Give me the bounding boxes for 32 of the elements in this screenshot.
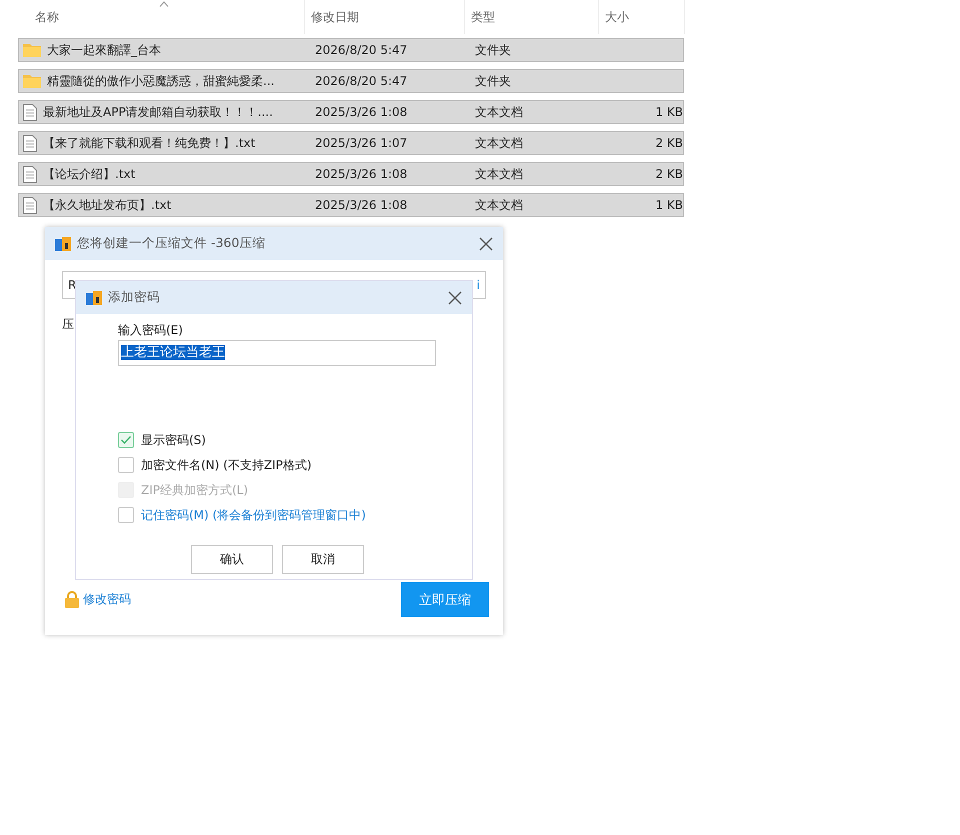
path-text: R — [68, 278, 76, 292]
file-type: 文件夹 — [475, 72, 512, 90]
file-name: 精靈隨從的傲作小惡魔誘惑，甜蜜純愛柔... — [47, 72, 274, 90]
modified-date: 2025/3/26 1:08 — [314, 105, 408, 119]
checkbox-label: 加密文件名(N) (不支持ZIP格式) — [141, 456, 312, 474]
file-type: 文本文档 — [475, 104, 524, 120]
file-size: 2 KB — [655, 136, 683, 150]
file-name: 大家一起來翻譯_台本 — [47, 42, 161, 58]
dialog-title: 添加密码 — [108, 289, 161, 306]
file-type: 文本文档 — [475, 166, 524, 182]
modified-date: 2026/8/20 5:47 — [314, 74, 408, 88]
file-type: 文本文档 — [475, 196, 524, 214]
modified-date: 2025/3/26 1:08 — [314, 198, 408, 212]
option-label: 压 — [62, 316, 74, 333]
file-type: 文件夹 — [475, 42, 512, 58]
file-size: 1 KB — [655, 198, 683, 212]
dialog-title: 您将创建一个压缩文件 -360压缩 — [77, 235, 266, 252]
file-type: 文本文档 — [475, 134, 524, 152]
file-size: 1 KB — [655, 105, 683, 119]
file-size: 2 KB — [655, 167, 683, 181]
file-name: 【永久地址发布页】.txt — [43, 196, 172, 214]
field-label: 输入密码(E) — [118, 322, 184, 339]
file-name: 【论坛介绍】.txt — [43, 166, 136, 182]
file-name: 最新地址及APP请发邮箱自动获取！！！.... — [43, 104, 273, 120]
file-name: 【来了就能下载和观看！纯免费！】.txt — [43, 134, 256, 152]
modified-date: 2025/3/26 1:07 — [314, 136, 408, 150]
modified-date: 2025/3/26 1:08 — [314, 167, 408, 181]
checkbox-label: 记住密码(M) (将会备份到密码管理窗口中) — [141, 506, 366, 524]
checkbox-label: 显示密码(S) — [141, 432, 206, 448]
modified-date: 2026/8/20 5:47 — [314, 43, 408, 57]
path-text: i — [476, 278, 480, 292]
checkbox-label: ZIP经典加密方式(L) — [141, 482, 248, 498]
